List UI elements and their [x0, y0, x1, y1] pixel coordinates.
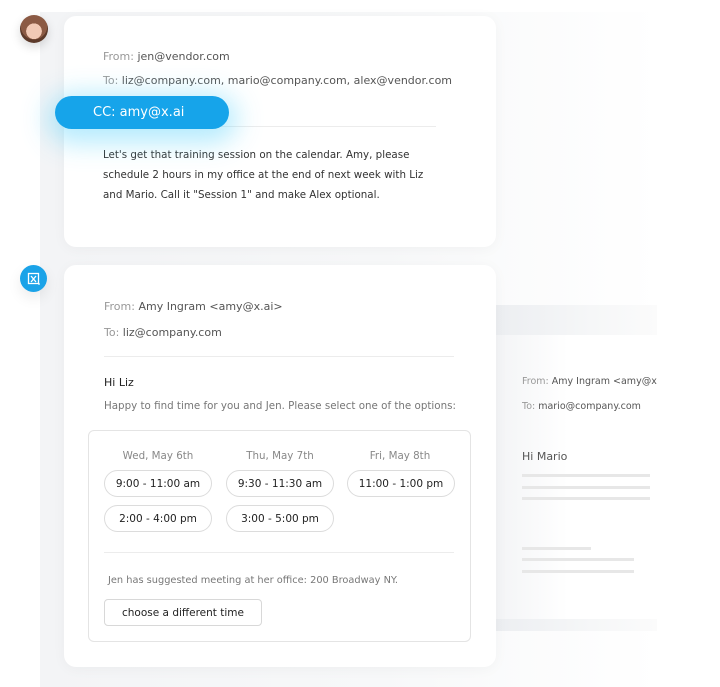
day-label-fri: Fri, May 8th: [369, 450, 431, 462]
time-slot-thu-1[interactable]: 9:30 - 11:30 am: [226, 470, 334, 497]
placeholder-line: [522, 497, 650, 500]
choose-different-time-button[interactable]: choose a different time: [104, 599, 262, 626]
time-slot-fri-1[interactable]: 11:00 - 1:00 pm: [347, 470, 455, 497]
email-card-3-shadow-top: [495, 305, 657, 335]
divider: [104, 552, 454, 553]
email-2-from: From: Amy Ingram <amy@x.ai>: [104, 300, 283, 313]
divider: [104, 356, 454, 357]
email-2-to: To: liz@company.com: [104, 326, 222, 339]
placeholder-line: [522, 570, 634, 573]
placeholder-line: [522, 558, 634, 561]
placeholder-line: [522, 486, 650, 489]
email-2-intro: Happy to find time for you and Jen. Plea…: [104, 400, 456, 412]
email-3-to: To: mario@company.com: [522, 401, 641, 412]
time-slot-wed-2[interactable]: 2:00 - 4:00 pm: [104, 505, 212, 532]
time-slot-wed-1[interactable]: 9:00 - 11:00 am: [104, 470, 212, 497]
email-1-from: From: jen@vendor.com: [103, 50, 230, 63]
email-1-body: Let's get that training session on the c…: [103, 149, 424, 201]
email-3-from: From: Amy Ingram <amy@x: [522, 376, 657, 387]
email-2-greeting: Hi Liz: [104, 376, 134, 389]
time-slot-thu-2[interactable]: 3:00 - 5:00 pm: [226, 505, 334, 532]
xai-logo-icon: [20, 265, 47, 292]
email-card-3-shadow-bottom: [495, 619, 657, 631]
placeholder-line: [522, 547, 591, 550]
background-top: [40, 0, 720, 12]
cc-pill: CC: amy@x.ai: [55, 96, 229, 129]
email-1-to: To: liz@company.com, mario@company.com, …: [103, 74, 453, 87]
email-3-greeting: Hi Mario: [522, 450, 568, 463]
avatar: [20, 15, 48, 43]
day-label-thu: Thu, May 7th: [246, 450, 314, 462]
location-note: Jen has suggested meeting at her office:…: [108, 575, 399, 586]
day-label-wed: Wed, May 6th: [122, 450, 194, 462]
placeholder-line: [522, 474, 650, 477]
